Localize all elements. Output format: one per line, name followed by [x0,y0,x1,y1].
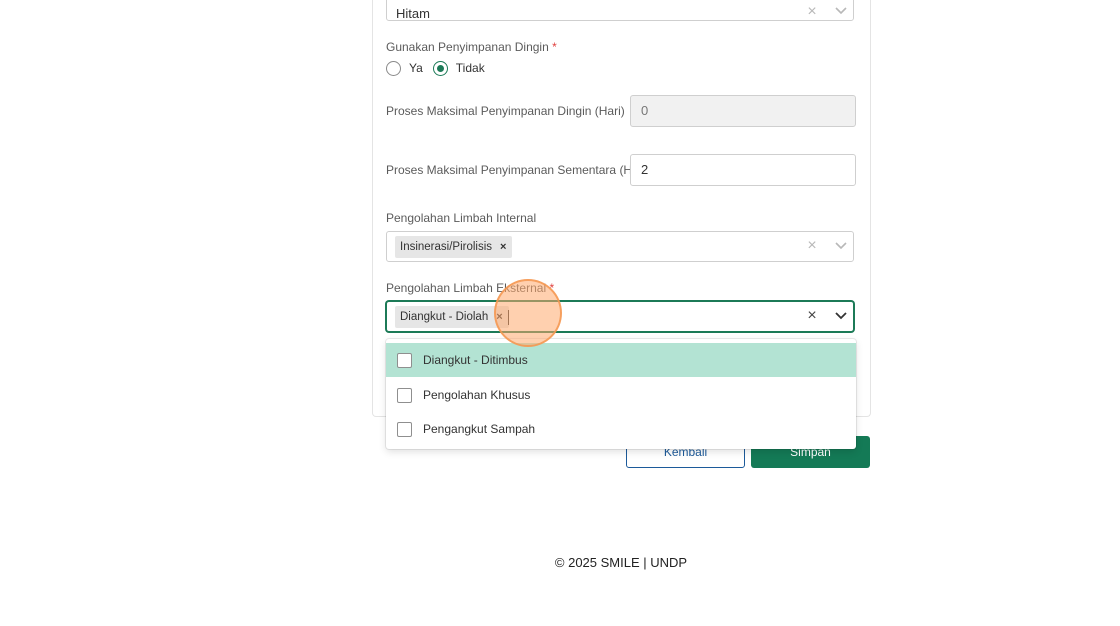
required-mark: * [552,40,557,54]
close-icon[interactable]: × [805,4,819,20]
max-cold-storage-input[interactable]: 0 [630,95,856,127]
cold-storage-label: Gunakan Penyimpanan Dingin * [386,40,557,54]
menu-option[interactable]: Pengangkut Sampah [386,412,856,446]
menu-option-label: Pengolahan Khusus [423,388,531,402]
max-temp-storage-label: Proses Maksimal Penyimpanan Sementara (H… [386,163,650,177]
click-indicator [494,279,562,347]
external-processing-menu: Diangkut - Ditimbus Pengolahan Khusus Pe… [386,339,856,449]
cold-storage-label-text: Gunakan Penyimpanan Dingin [386,40,549,54]
checkbox[interactable] [397,421,412,437]
chevron-down-icon[interactable] [835,242,847,252]
chevron-down-icon[interactable] [835,7,847,17]
close-icon[interactable]: × [805,308,819,324]
max-temp-storage-input[interactable]: 2 [630,154,856,186]
menu-option[interactable]: Pengolahan Khusus [386,378,856,412]
tag-chip: Diangkut - Diolah × [395,306,509,328]
radio-ya[interactable] [386,60,401,76]
radio-ya-label: Ya [409,61,423,75]
close-icon[interactable]: × [805,238,819,254]
radio-tidak[interactable] [432,60,448,76]
checkbox[interactable] [397,387,412,403]
max-cold-storage-label: Proses Maksimal Penyimpanan Dingin (Hari… [386,104,625,118]
color-select[interactable]: Hitam × [386,0,854,21]
cold-storage-radio-group: Ya Tidak [386,59,485,77]
internal-processing-select[interactable]: Insinerasi/Pirolisis × × [386,231,854,262]
remove-tag-icon[interactable]: × [500,241,506,253]
menu-option-label: Pengangkut Sampah [423,422,536,436]
external-processing-select[interactable]: Diangkut - Diolah × × [386,301,854,332]
color-select-value: Hitam [396,6,430,21]
radio-tidak-label: Tidak [455,61,485,75]
tag-chip: Insinerasi/Pirolisis × [395,236,513,258]
internal-processing-label: Pengolahan Limbah Internal [386,211,537,225]
tag-label: Insinerasi/Pirolisis [400,241,493,253]
checkbox[interactable] [397,352,412,368]
tag-label: Diangkut - Diolah [400,311,489,323]
menu-option[interactable]: Diangkut - Ditimbus [386,343,856,377]
chevron-down-icon[interactable] [835,312,847,322]
footer-copyright: © 2025 SMILE | UNDP [554,555,688,570]
menu-option-label: Diangkut - Ditimbus [423,353,528,367]
